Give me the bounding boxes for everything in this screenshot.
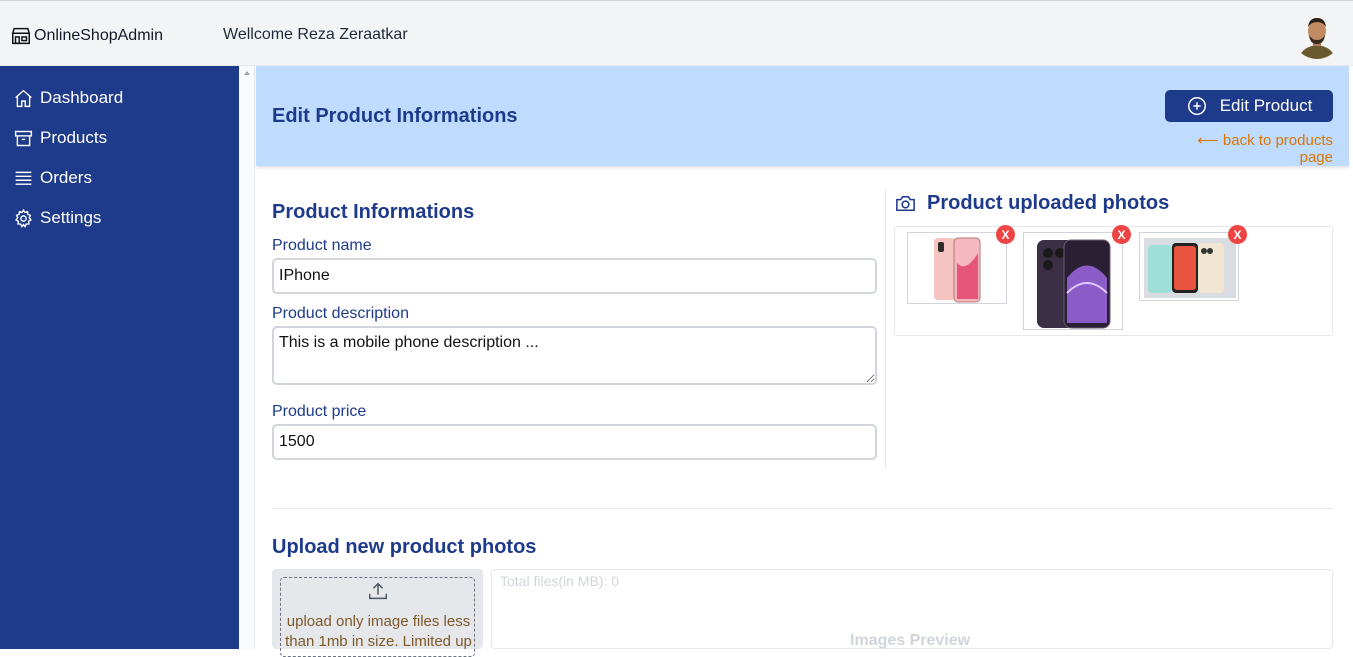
upload-icon [369, 582, 387, 600]
uploaded-photos-header: Product uploaded photos [894, 192, 1169, 215]
sidebar-item-products[interactable]: Products [0, 118, 239, 158]
gear-icon [15, 208, 32, 228]
brand[interactable]: OnlineShopAdmin [10, 25, 163, 47]
images-preview-area: Total files(in MB): 0 Images Preview [491, 569, 1333, 649]
scrollbar[interactable] [239, 66, 255, 649]
form-section-title: Product Informations [272, 201, 475, 223]
page-title: Edit Product Informations [272, 105, 518, 127]
product-description-label: Product description [272, 305, 409, 322]
sidebar-item-orders[interactable]: Orders [0, 158, 239, 198]
product-name-label: Product name [272, 237, 372, 254]
phone-thumbnail-image [1037, 239, 1111, 329]
upload-section-title: Upload new product photos [272, 536, 537, 558]
sidebar-item-label: Dashboard [40, 88, 124, 107]
avatar[interactable] [1293, 11, 1341, 59]
sidebar-item-label: Settings [40, 208, 102, 227]
upload-dropzone[interactable]: upload only image files less than 1mb in… [280, 577, 475, 657]
welcome-text: Wellcome Reza Zeraatkar [223, 26, 408, 43]
product-price-label: Product price [272, 403, 367, 420]
section-divider [272, 508, 1333, 509]
list-icon [15, 171, 32, 185]
remove-photo-button[interactable]: X [1112, 225, 1131, 244]
plus-circle-icon [1187, 97, 1206, 115]
uploaded-photos-gallery: X X X [894, 225, 1333, 336]
phone-thumbnail-image [934, 237, 981, 303]
sidebar-item-label: Products [40, 128, 108, 147]
sidebar-item-label: Orders [40, 168, 92, 187]
store-icon [11, 27, 31, 45]
product-description-textarea[interactable]: This is a mobile phone description ... [272, 326, 877, 385]
camera-icon [896, 196, 915, 211]
uploaded-photos-title: Product uploaded photos [927, 192, 1170, 214]
product-name-input[interactable] [272, 258, 877, 294]
brand-name: OnlineShopAdmin [34, 27, 163, 44]
images-preview-label: Images Preview [850, 632, 971, 649]
remove-photo-button[interactable]: X [996, 225, 1015, 244]
archive-icon [14, 130, 33, 146]
total-files-size: Total files(in MB): 0 [500, 573, 620, 589]
back-to-products-link[interactable]: ⟵ back to products page [1165, 131, 1333, 166]
home-icon [15, 89, 32, 107]
uploaded-photo[interactable]: X [1139, 225, 1247, 301]
column-divider [885, 189, 886, 468]
sidebar-item-dashboard[interactable]: Dashboard [0, 78, 239, 118]
remove-photo-button[interactable]: X [1228, 225, 1247, 244]
scroll-up-arrow-icon[interactable] [244, 71, 250, 75]
sidebar-item-settings[interactable]: Settings [0, 198, 239, 238]
upload-dropzone-container: upload only image files less than 1mb in… [272, 569, 483, 657]
user-avatar-image [1293, 11, 1341, 59]
edit-product-button[interactable]: Edit Product [1165, 90, 1333, 122]
product-price-input[interactable] [272, 424, 877, 460]
phone-thumbnail-image [1144, 238, 1236, 298]
upload-instructions: upload only image files less than 1mb in… [285, 613, 472, 650]
edit-product-button-label: Edit Product [1219, 96, 1313, 115]
page-header-banner: Edit Product Informations Edit Product ⟵… [256, 66, 1349, 166]
uploaded-photo[interactable]: X [907, 225, 1015, 304]
sidebar: Dashboard Products Orders Settings [0, 66, 239, 649]
uploaded-photo[interactable]: X [1023, 225, 1131, 330]
top-bar: OnlineShopAdmin Wellcome Reza Zeraatkar [0, 0, 1353, 66]
